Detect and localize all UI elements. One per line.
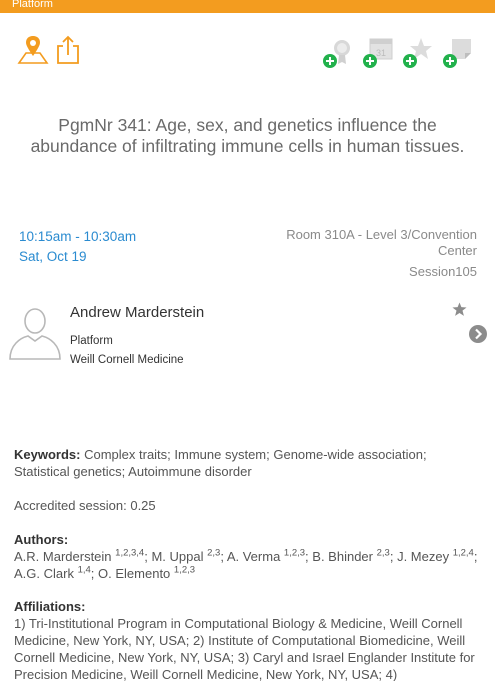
session-time-block: 10:15am - 10:30am Sat, Oct 19 (19, 227, 136, 267)
add-calendar-icon[interactable]: 31 (361, 36, 395, 68)
author-name: M. Uppal (151, 549, 208, 564)
svg-text:31: 31 (376, 48, 386, 58)
affiliations-text: 1) Tri-Institutional Program in Computat… (14, 616, 475, 681)
share-icon[interactable] (55, 34, 81, 66)
accredited-text: Accredited session: 0.25 (14, 498, 156, 513)
speaker-affiliation: Weill Cornell Medicine (70, 354, 184, 366)
map-pin-icon[interactable] (17, 33, 49, 65)
top-bar-label: Platform (12, 0, 53, 10)
abstract-details: Keywords: Complex traits; Immune system;… (14, 446, 484, 681)
author-affiliation-index: 2,3 (376, 547, 390, 559)
star-icon[interactable] (452, 302, 467, 317)
author-affiliation-index: 1,2,3 (173, 564, 196, 576)
speaker-name[interactable]: Andrew Marderstein (70, 304, 204, 321)
keywords-paragraph: Keywords: Complex traits; Immune system;… (14, 446, 484, 480)
top-bar: Platform (0, 0, 495, 13)
authors-label: Authors: (14, 532, 69, 547)
author-affiliation-index: 1,2,3,4 (115, 547, 145, 559)
speaker-role: Platform (70, 335, 113, 347)
add-favorite-icon[interactable] (401, 36, 435, 68)
session-time: 10:15am - 10:30am (19, 229, 137, 244)
add-speaker-icon[interactable] (321, 36, 355, 68)
session-date: Sat, Oct 19 (19, 249, 87, 264)
author-name: A.R. Marderstein (14, 549, 116, 564)
authors-list: A.R. Marderstein 1,2,3,4; M. Uppal 2,3; … (14, 547, 478, 581)
chevron-right-icon[interactable] (469, 325, 487, 343)
add-note-icon[interactable] (441, 36, 475, 68)
author-name: O. Elemento (98, 566, 174, 581)
session-title: PgmNr 341: Age, sex, and genetics influe… (30, 115, 465, 156)
session-number: Session105 (409, 264, 477, 279)
affiliations-label: Affiliations: (14, 599, 86, 614)
author-name: A. Verma (226, 549, 284, 564)
author-affiliation-index: 2,3 (207, 547, 221, 559)
author-affiliation-index: 1,2,3 (283, 547, 306, 559)
author-affiliation-index: 1,2,4 (452, 547, 474, 559)
author-name: A.G. Clark (14, 566, 78, 581)
keywords-label: Keywords: (14, 447, 81, 462)
author-name: B. Bhinder (312, 549, 377, 564)
avatar-icon[interactable] (8, 305, 62, 361)
session-room: Room 310A - Level 3/Convention Center (286, 227, 477, 258)
author-affiliation-index: 1,4 (77, 564, 91, 576)
author-name: J. Mezey (397, 549, 453, 564)
